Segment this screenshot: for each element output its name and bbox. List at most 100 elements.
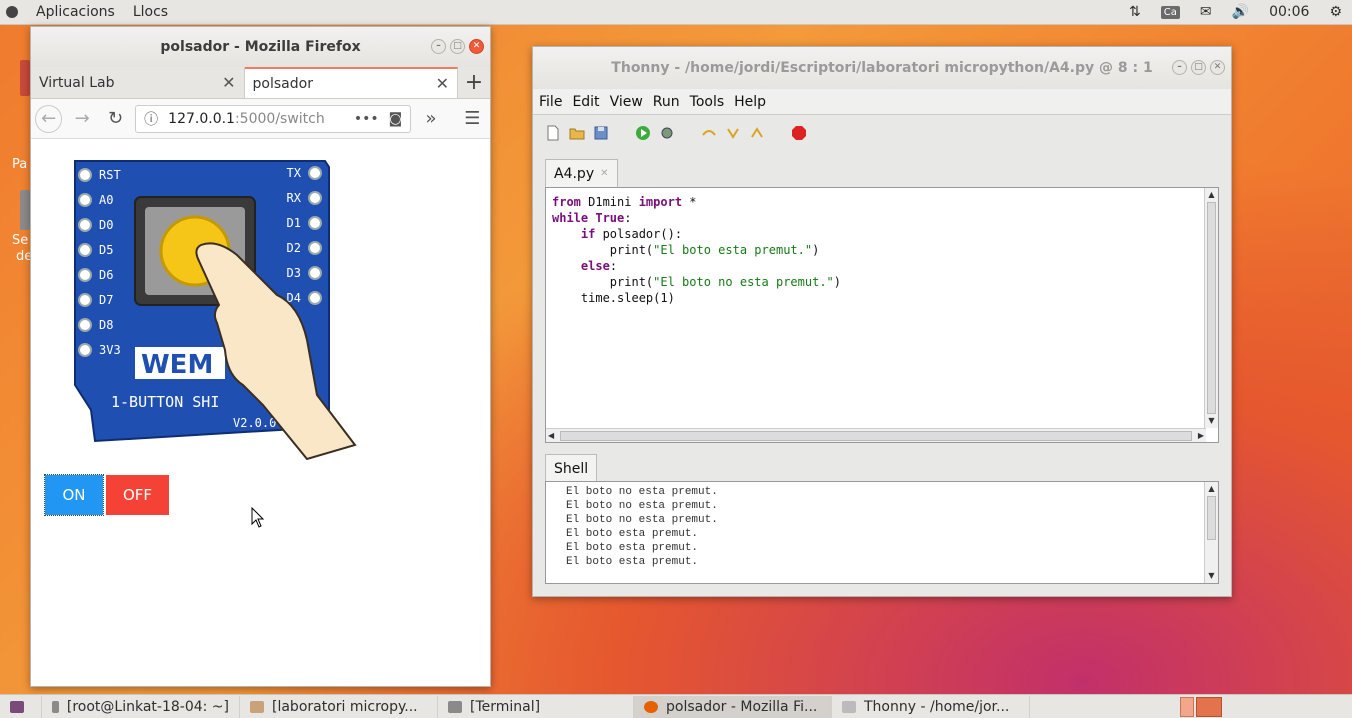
code-token: import [638, 195, 683, 209]
menu-bar: File Edit View Run Tools Help [533, 89, 1231, 115]
scroll-left-icon[interactable]: ◀ [548, 431, 554, 440]
show-desktop-button[interactable] [0, 695, 42, 718]
code-token: "El boto no esta premut." [653, 275, 834, 289]
thonny-titlebar[interactable]: Thonny - /home/jordi/Escriptori/laborato… [533, 47, 1231, 89]
on-button[interactable]: ON [44, 474, 104, 516]
pin-label: 3V3 [99, 343, 121, 357]
menu-help[interactable]: Help [734, 94, 766, 110]
shell-line: El boto esta premut. [566, 542, 699, 554]
tab-polsador[interactable]: polsador ✕ [244, 67, 459, 98]
debug-icon[interactable] [659, 125, 675, 141]
pocket-icon[interactable]: ◙ [389, 111, 403, 127]
task-root-terminal[interactable]: [root@Linkat-18-04: ~] [42, 695, 240, 718]
firefox-window[interactable]: polsador - Mozilla Firefox – □ ✕ Virtual… [30, 26, 491, 687]
pin-label: RST [99, 168, 121, 182]
task-terminal[interactable]: [Terminal] [438, 695, 634, 718]
task-label: [laboratori micropy... [272, 698, 418, 715]
close-button[interactable]: ✕ [469, 39, 484, 54]
code-editor[interactable]: from D1mini import * while True: if pols… [545, 187, 1219, 443]
url-path: :5000/switch [234, 110, 325, 127]
show-desktop-icon [10, 700, 24, 713]
menu-run[interactable]: Run [653, 94, 680, 110]
thonny-window[interactable]: Thonny - /home/jordi/Escriptori/laborato… [532, 46, 1232, 597]
window-title: polsador - Mozilla Firefox [160, 39, 361, 55]
scroll-down-icon[interactable]: ▼ [1205, 414, 1218, 428]
scroll-down-icon[interactable]: ▼ [1205, 569, 1218, 583]
workspace-switcher[interactable] [1180, 696, 1352, 717]
open-folder-icon[interactable] [569, 125, 585, 141]
shell-tab[interactable]: Shell [545, 454, 598, 482]
run-icon[interactable] [635, 125, 651, 141]
clock[interactable]: 00:06 [1269, 4, 1309, 20]
page-actions-icon[interactable]: ••• [354, 111, 379, 127]
step-into-icon[interactable] [725, 125, 741, 141]
menu-tools[interactable]: Tools [690, 94, 725, 110]
maximize-button[interactable]: □ [1191, 60, 1206, 75]
taskbar: [root@Linkat-18-04: ~] [laboratori micro… [0, 694, 1352, 718]
editor-vertical-scrollbar[interactable]: ▲ ▼ [1204, 188, 1218, 428]
shell-line: El boto no esta premut. [566, 486, 718, 498]
shell-output[interactable]: El boto no esta premut. El boto no esta p… [566, 485, 718, 569]
code-token: from [552, 195, 581, 209]
pin-label: A0 [99, 193, 113, 207]
scroll-up-icon[interactable]: ▲ [1205, 482, 1218, 496]
tab-close-icon[interactable]: ✕ [600, 168, 608, 179]
menu-edit[interactable]: Edit [572, 94, 599, 110]
overflow-chevron-icon[interactable]: » [417, 105, 444, 133]
applications-menu[interactable]: Aplicacions [36, 4, 115, 20]
shell-panel[interactable]: El boto no esta premut. El boto no esta p… [545, 481, 1219, 584]
mail-icon[interactable]: ✉ [1200, 4, 1212, 20]
new-file-icon[interactable] [545, 125, 561, 141]
url-bar[interactable]: ⓘ 127.0.0.1:5000/switch ••• ◙ [135, 104, 412, 133]
close-button[interactable]: ✕ [1210, 60, 1225, 75]
editor-horizontal-scrollbar[interactable]: ◀ ▶ [546, 428, 1206, 442]
code-token: D1mini [580, 195, 639, 209]
minimize-button[interactable]: – [1172, 60, 1187, 75]
forward-button[interactable]: → [68, 105, 95, 133]
new-tab-button[interactable]: + [458, 67, 490, 98]
maximize-button[interactable]: □ [450, 39, 465, 54]
hamburger-menu-icon[interactable]: ☰ [459, 105, 486, 133]
task-label: polsador - Mozilla Fi... [666, 698, 818, 715]
pin-label: D6 [99, 268, 113, 282]
stop-icon[interactable] [791, 125, 807, 141]
keyboard-layout-indicator[interactable]: Ca [1160, 5, 1180, 19]
task-thonny[interactable]: Thonny - /home/jor... [832, 695, 1030, 718]
settings-gear-icon[interactable]: ⚙ [1329, 4, 1342, 20]
reload-button[interactable]: ↻ [102, 105, 129, 133]
off-button[interactable]: OFF [106, 475, 169, 515]
save-icon[interactable] [593, 125, 609, 141]
tab-virtual-lab[interactable]: Virtual Lab ✕ [31, 67, 245, 98]
desktop-icon[interactable] [20, 190, 30, 230]
workspace-2[interactable] [1196, 696, 1222, 717]
editor-tabstrip: A4.py ✕ [545, 157, 618, 187]
network-transfer-icon[interactable]: ⇅ [1129, 4, 1141, 20]
info-icon[interactable]: ⓘ [144, 109, 158, 129]
page-content: RST A0 D0 D5 D6 D7 D8 3V3 TX RX D1 D2 D3… [31, 141, 490, 686]
scroll-up-icon[interactable]: ▲ [1205, 188, 1218, 202]
volume-icon[interactable]: 🔊 [1232, 4, 1249, 20]
terminal-icon [448, 700, 462, 713]
tab-label: Shell [554, 460, 589, 477]
tab-close-icon[interactable]: ✕ [222, 73, 235, 92]
code-text[interactable]: from D1mini import * while True: if pols… [552, 194, 841, 306]
places-menu[interactable]: Llocs [133, 4, 168, 20]
back-button[interactable]: ← [35, 104, 63, 133]
task-file-manager[interactable]: [laboratori micropy... [240, 695, 438, 718]
code-token: if [580, 227, 596, 241]
shell-vertical-scrollbar[interactable]: ▲ ▼ [1204, 482, 1218, 583]
dock-launcher[interactable] [0, 60, 30, 100]
minimize-button[interactable]: – [431, 39, 446, 54]
menu-file[interactable]: File [539, 94, 562, 110]
code-token: polsador(): [595, 227, 683, 241]
task-firefox[interactable]: polsador - Mozilla Fi... [634, 695, 832, 718]
step-out-icon[interactable] [749, 125, 765, 141]
editor-tab-a4[interactable]: A4.py ✕ [545, 159, 618, 187]
workspace-1[interactable] [1180, 696, 1194, 717]
scroll-right-icon[interactable]: ▶ [1198, 431, 1204, 440]
pin-label: D1 [287, 216, 301, 230]
firefox-titlebar[interactable]: polsador - Mozilla Firefox – □ ✕ [31, 27, 490, 67]
tab-close-icon[interactable]: ✕ [436, 74, 449, 93]
menu-view[interactable]: View [610, 94, 643, 110]
step-over-icon[interactable] [701, 125, 717, 141]
